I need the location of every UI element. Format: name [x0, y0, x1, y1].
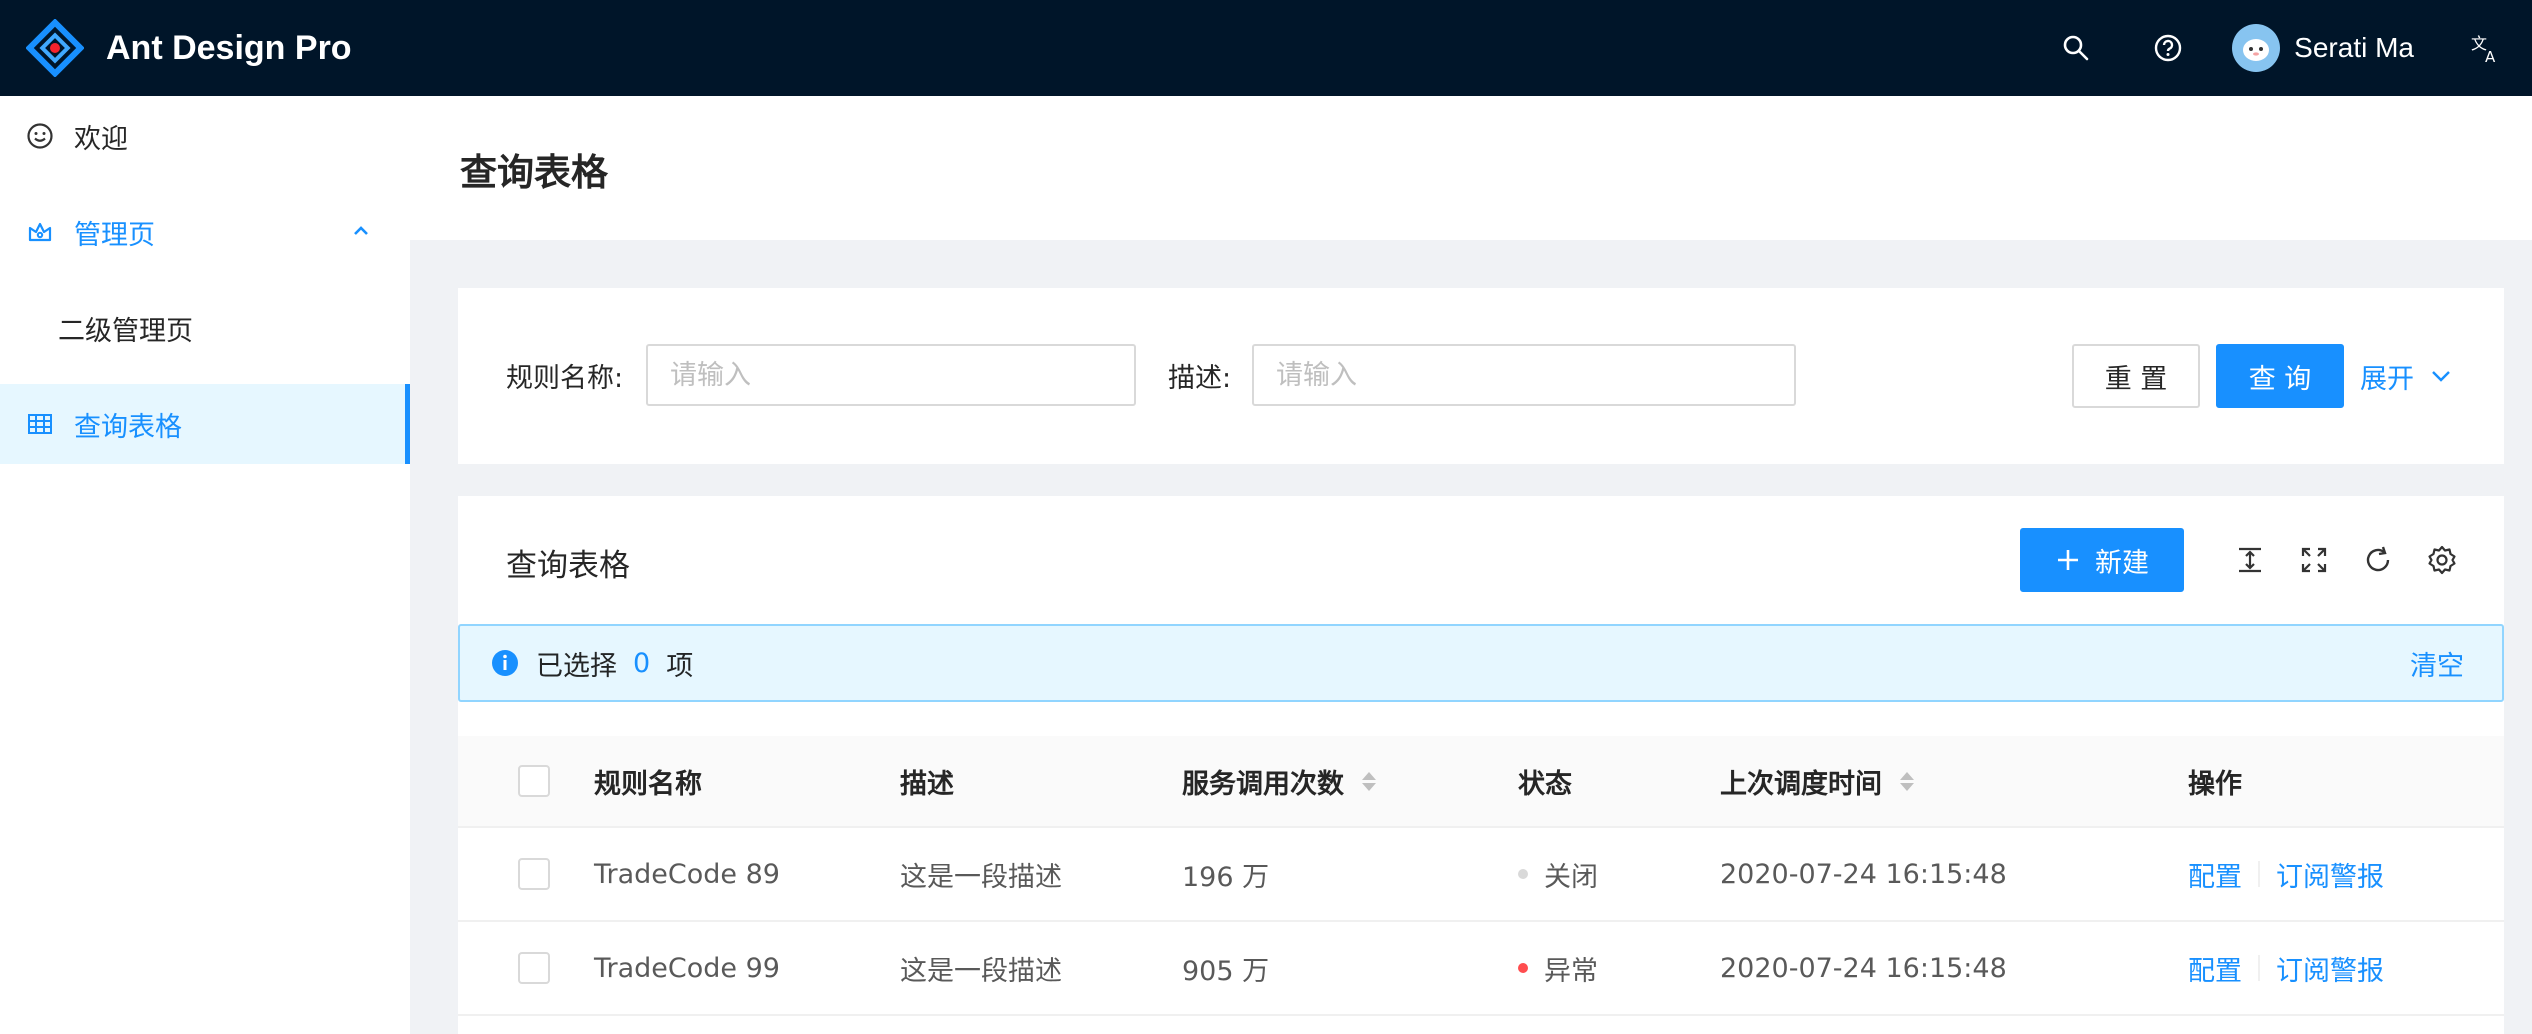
expand-button[interactable]: 展开 [2360, 344, 2456, 408]
search-form: 规则名称: 描述: 重 置 查 询 展开 [458, 288, 2504, 464]
divider [2258, 861, 2260, 887]
question-circle-icon[interactable] [2122, 0, 2214, 96]
calls-cell: 905 万 [1182, 955, 1270, 987]
row-checkbox[interactable] [518, 952, 550, 984]
config-link[interactable]: 配置 [2188, 949, 2242, 988]
svg-text:A: A [2485, 48, 2496, 65]
top-header: Ant Design Pro Serati Ma 文A [0, 0, 2532, 96]
row-checkbox[interactable] [518, 858, 550, 890]
setting-icon[interactable] [2422, 540, 2462, 580]
status-cell: 关闭 [1518, 828, 1598, 920]
ant-logo-icon [26, 19, 84, 77]
new-button-label: 新建 [2095, 547, 2149, 579]
new-button[interactable]: 新建 [2020, 528, 2184, 592]
rule-name-cell: TradeCode 99 [594, 952, 780, 984]
sort-icon [1900, 771, 1914, 791]
search-icon[interactable] [2030, 0, 2122, 96]
calls-cell: 196 万 [1182, 861, 1270, 893]
fullscreen-icon[interactable] [2294, 540, 2334, 580]
sidebar-item-admin[interactable]: 管理页 [0, 192, 410, 272]
table-icon [24, 408, 56, 440]
logo[interactable]: Ant Design Pro [0, 19, 352, 77]
sidebar-item-label: 管理页 [74, 219, 155, 251]
sidebar-item-label: 二级管理页 [58, 315, 193, 347]
column-header-rule-name: 规则名称 [594, 768, 702, 800]
desc-label: 描述: [1168, 363, 1232, 394]
avatar [2232, 24, 2281, 72]
rule-name-input[interactable] [646, 344, 1136, 406]
config-link[interactable]: 配置 [2188, 855, 2242, 894]
actions-cell: 配置 订阅警报 [2188, 828, 2384, 920]
time-cell: 2020-07-24 16:15:48 [1720, 952, 2007, 984]
crown-icon [24, 216, 56, 248]
column-header-calls[interactable]: 服务调用次数 [1182, 736, 1376, 826]
subscribe-alert-link[interactable]: 订阅警报 [2276, 949, 2384, 988]
user-name: Serati Ma [2294, 32, 2414, 63]
page-title: 查询表格 [460, 151, 608, 194]
expand-label: 展开 [2360, 363, 2414, 395]
alert-prefix: 已选择 [536, 650, 617, 682]
sidebar-item-label: 查询表格 [74, 411, 182, 443]
sidebar-item-sub-admin[interactable]: 二级管理页 [0, 288, 410, 368]
sidebar-item-welcome[interactable]: 欢迎 [0, 96, 410, 176]
reset-button[interactable]: 重 置 [2072, 344, 2200, 408]
column-header-desc: 描述 [900, 768, 954, 800]
actions-cell: 配置 订阅警报 [2188, 922, 2384, 1014]
app-title: Ant Design Pro [106, 28, 352, 67]
user-menu[interactable]: Serati Ma [2214, 0, 2440, 96]
column-header-actions: 操作 [2188, 768, 2242, 800]
selection-alert: 已选择 0 项 清空 [458, 624, 2504, 702]
clear-selection-link[interactable]: 清空 [2410, 644, 2464, 683]
selected-count: 0 [633, 647, 651, 679]
smile-icon [24, 120, 56, 152]
chevron-up-icon [354, 226, 368, 235]
column-header-label: 服务调用次数 [1182, 768, 1344, 800]
sidebar-item-table-list[interactable]: 查询表格 [0, 384, 410, 464]
rule-name-label: 规则名称: [506, 363, 624, 394]
status-dot [1518, 869, 1528, 879]
column-header-status: 状态 [1518, 768, 1572, 800]
reload-icon[interactable] [2358, 540, 2398, 580]
sidebar: 欢迎 管理页 二级管理页 查询表格 [0, 96, 410, 1034]
column-height-icon[interactable] [2230, 540, 2270, 580]
status-text: 关闭 [1544, 861, 1598, 893]
desc-cell: 这是一段描述 [900, 861, 1062, 893]
desc-cell: 这是一段描述 [900, 955, 1062, 987]
alert-suffix: 项 [666, 650, 694, 682]
table-title: 查询表格 [506, 548, 630, 584]
info-icon [492, 650, 518, 676]
subscribe-alert-link[interactable]: 订阅警报 [2276, 855, 2384, 894]
column-header-label: 上次调度时间 [1720, 768, 1882, 800]
divider [2258, 955, 2260, 981]
table-header: 规则名称 描述 服务调用次数 状态 上次调度时间 操作 [458, 736, 2504, 828]
sort-icon [1362, 771, 1376, 791]
column-header-last-time[interactable]: 上次调度时间 [1720, 736, 1914, 826]
time-cell: 2020-07-24 16:15:48 [1720, 858, 2007, 890]
table-row: TradeCode 89 这是一段描述 196 万 关闭 2020-07-24 … [458, 828, 2504, 922]
table-card: 查询表格 新建 已选择 0 项 清空 规则名称 描述 服务调用次数 状态 上次调… [458, 496, 2504, 1034]
translate-icon[interactable]: 文A [2440, 0, 2532, 96]
status-cell: 异常 [1518, 922, 1598, 1014]
status-dot [1518, 963, 1528, 973]
chevron-down-icon [2432, 371, 2450, 382]
select-all-checkbox[interactable] [518, 765, 550, 797]
status-text: 异常 [1544, 955, 1598, 987]
page-header: 查询表格 [410, 96, 2532, 240]
query-button[interactable]: 查 询 [2216, 344, 2344, 408]
desc-input[interactable] [1252, 344, 1796, 406]
rule-name-cell: TradeCode 89 [594, 858, 780, 890]
sidebar-item-label: 欢迎 [74, 123, 128, 155]
plus-icon [2058, 550, 2078, 570]
table-row: TradeCode 99 这是一段描述 905 万 异常 2020-07-24 … [458, 922, 2504, 1016]
